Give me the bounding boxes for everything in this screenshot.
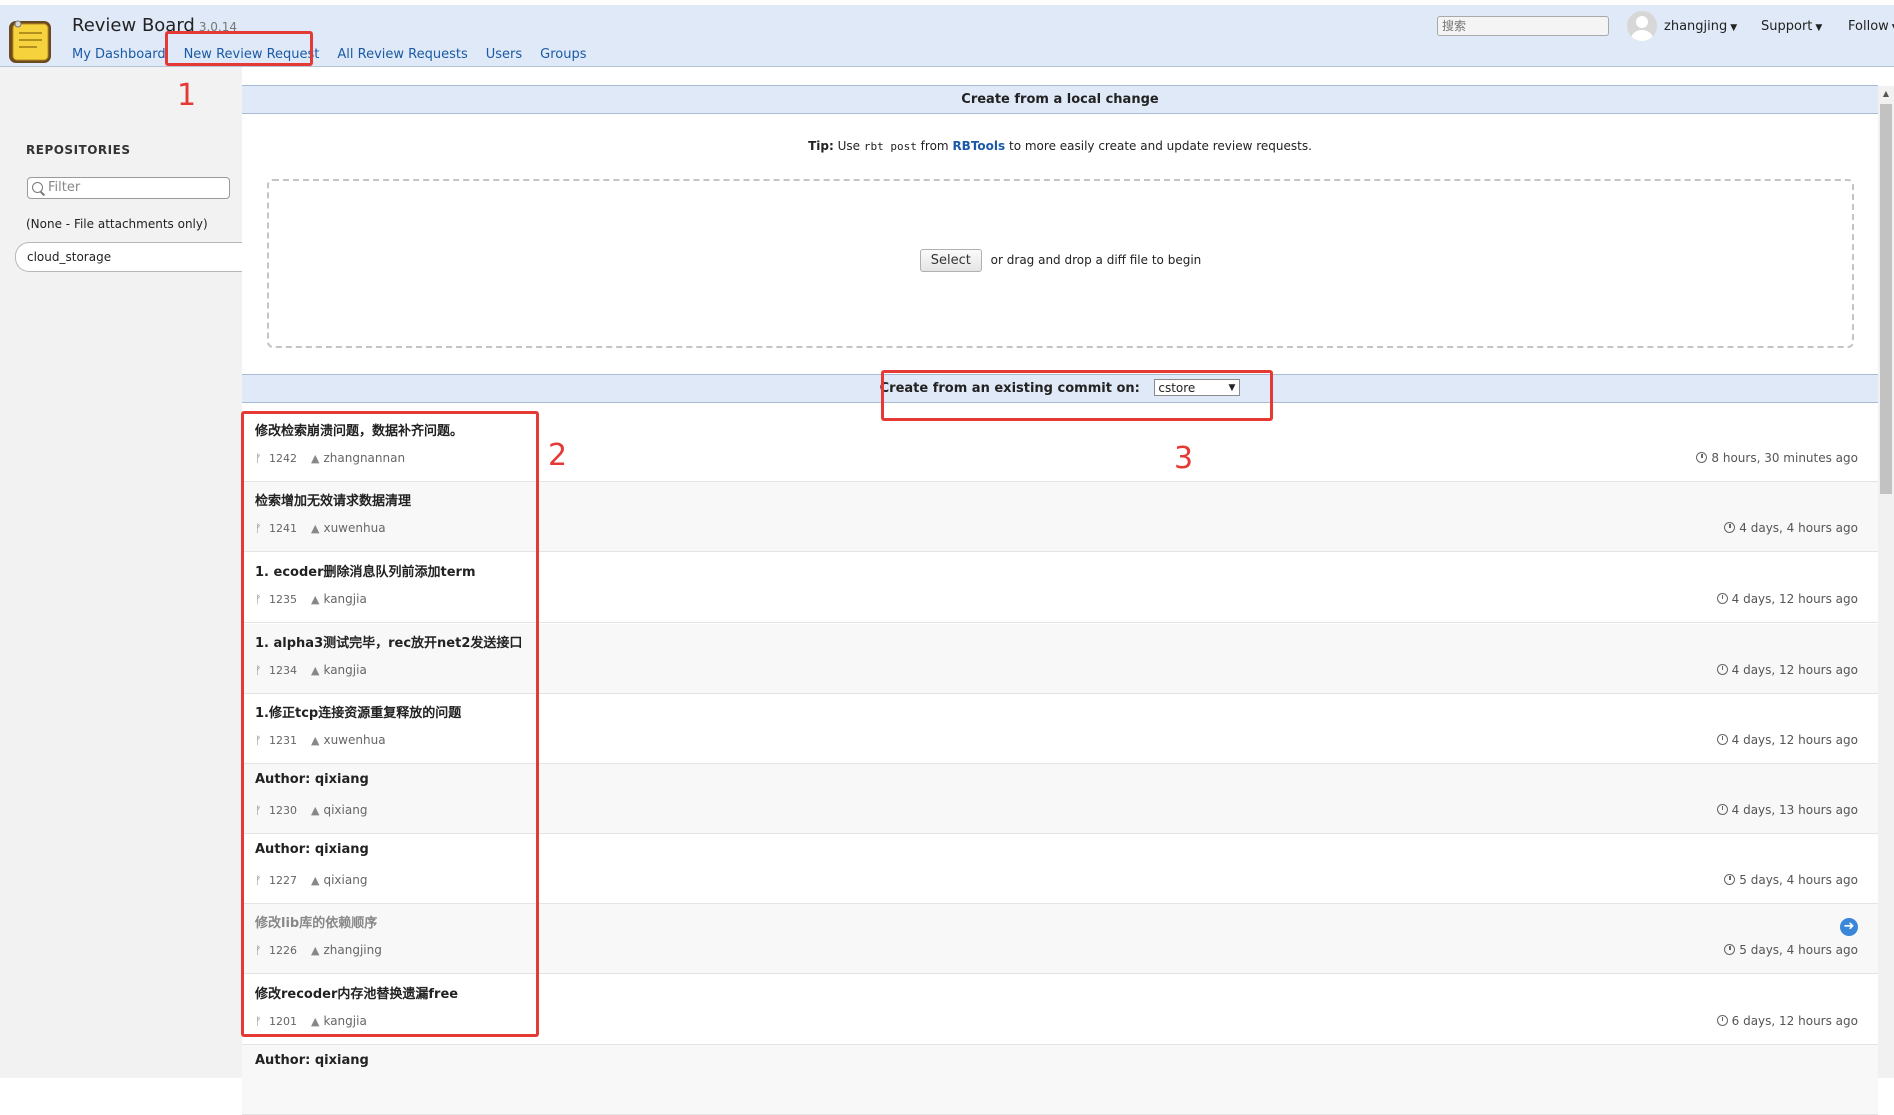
clock-icon <box>1716 1015 1728 1026</box>
annotation-number-1: 1 <box>177 78 197 113</box>
support-menu[interactable]: Support ▼ <box>1761 19 1822 34</box>
chevron-down-icon: ▼ <box>1815 23 1823 33</box>
main-nav: My Dashboard New Review Request All Revi… <box>72 43 596 66</box>
rbtools-tip: Tip: Use rbt post from RBTools to more e… <box>242 139 1878 153</box>
annotation-box-1 <box>165 31 313 66</box>
clock-icon <box>1724 522 1736 533</box>
user-name: zhangjing <box>1664 19 1728 34</box>
filter-placeholder: Filter <box>48 180 81 195</box>
commit-time-text: 8 hours, 30 minutes ago <box>1711 451 1858 465</box>
commit-time-text: 4 days, 12 hours ago <box>1731 663 1858 677</box>
repository-filter-input[interactable]: Filter <box>27 177 230 199</box>
commit-time: 4 days, 4 hours ago <box>1724 521 1858 535</box>
drop-zone-content: Select or drag and drop a diff file to b… <box>269 249 1852 272</box>
commit-time: 5 days, 4 hours ago <box>1724 873 1858 887</box>
clock-icon <box>1716 664 1728 675</box>
arrow-right-circle-icon[interactable]: ➜ <box>1840 918 1858 936</box>
commit-time: 4 days, 12 hours ago <box>1716 663 1858 677</box>
annotation-number-2: 2 <box>548 438 568 473</box>
clock-icon <box>1696 452 1708 463</box>
search-input[interactable] <box>1437 16 1609 36</box>
nav-all-review-requests[interactable]: All Review Requests <box>328 43 476 66</box>
commit-title: Author: qixiang <box>255 1053 369 1068</box>
select-file-button[interactable]: Select <box>919 249 982 272</box>
drop-zone-text: or drag and drop a diff file to begin <box>990 253 1202 267</box>
nav-my-dashboard[interactable]: My Dashboard <box>72 43 175 66</box>
avatar[interactable] <box>1627 11 1657 41</box>
annotation-box-3 <box>881 370 1273 421</box>
tip-use: Use <box>837 139 861 153</box>
repositories-sidebar: REPOSITORIES Filter (None - File attachm… <box>0 67 243 1078</box>
tip-label: Tip: <box>808 139 834 153</box>
annotation-number-3: 3 <box>1174 441 1194 476</box>
repository-item-selected[interactable]: cloud_storage <box>15 242 243 272</box>
review-board-logo-icon[interactable] <box>6 15 56 67</box>
nav-groups[interactable]: Groups <box>531 43 595 66</box>
user-menu[interactable]: zhangjing ▼ <box>1664 19 1737 34</box>
scroll-up-arrow-icon[interactable]: ▲ <box>1878 86 1894 102</box>
page-scrollbar[interactable]: ▲ <box>1878 86 1894 1078</box>
search-icon <box>32 182 43 193</box>
clock-icon <box>1724 944 1736 955</box>
commit-time-text: 5 days, 4 hours ago <box>1739 873 1858 887</box>
commit-time-text: 4 days, 12 hours ago <box>1731 592 1858 606</box>
commit-time: 4 days, 12 hours ago <box>1716 592 1858 606</box>
commit-time: 4 days, 13 hours ago <box>1716 803 1858 817</box>
diff-drop-zone[interactable]: Select or drag and drop a diff file to b… <box>267 179 1854 348</box>
follow-label: Follow <box>1848 19 1889 34</box>
tip-command: rbt post <box>863 140 917 153</box>
clock-icon <box>1716 734 1728 745</box>
clock-icon <box>1716 804 1728 815</box>
commit-time-text: 6 days, 12 hours ago <box>1731 1014 1858 1028</box>
commit-row[interactable]: Author: qixiang <box>242 1045 1878 1115</box>
commit-time-text: 4 days, 13 hours ago <box>1731 803 1858 817</box>
tip-from: from <box>920 139 949 153</box>
follow-menu[interactable]: Follow▼ <box>1848 19 1894 34</box>
support-label: Support <box>1761 19 1813 34</box>
local-change-header: Create from a local change <box>242 85 1878 114</box>
commit-time: 6 days, 12 hours ago <box>1716 1014 1858 1028</box>
clock-icon <box>1724 874 1736 885</box>
annotation-box-2 <box>241 411 539 1037</box>
commit-time-text: 4 days, 12 hours ago <box>1731 733 1858 747</box>
repository-item-none[interactable]: (None - File attachments only) <box>26 217 208 231</box>
nav-users[interactable]: Users <box>477 43 531 66</box>
scrollbar-thumb[interactable] <box>1880 104 1892 494</box>
commit-time-text: 5 days, 4 hours ago <box>1739 943 1858 957</box>
commit-time: 8 hours, 30 minutes ago <box>1696 451 1858 465</box>
commit-time-text: 4 days, 4 hours ago <box>1739 521 1858 535</box>
commit-time: 5 days, 4 hours ago <box>1724 943 1858 957</box>
repositories-heading: REPOSITORIES <box>26 143 131 157</box>
commit-time: 4 days, 12 hours ago <box>1716 733 1858 747</box>
tip-rest: to more easily create and update review … <box>1009 139 1312 153</box>
clock-icon <box>1716 593 1728 604</box>
rbtools-link[interactable]: RBTools <box>952 139 1005 153</box>
chevron-down-icon: ▼ <box>1730 23 1738 33</box>
